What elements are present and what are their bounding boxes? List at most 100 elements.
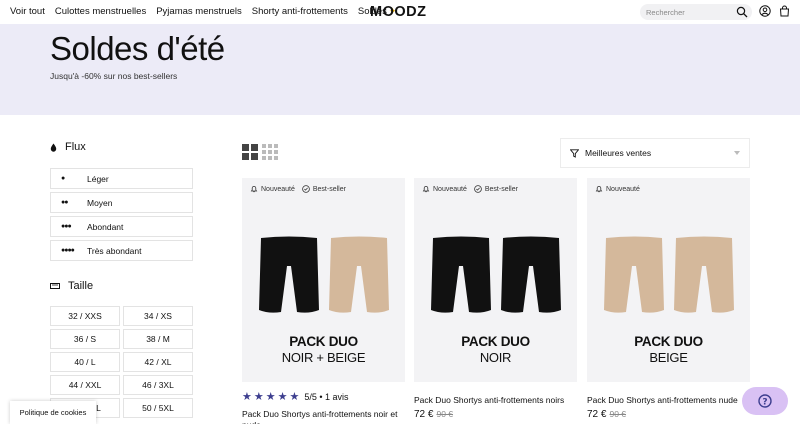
flux-option-label: Abondant — [87, 221, 124, 232]
drop-icon — [50, 143, 57, 152]
chevron-down-icon — [734, 151, 740, 155]
product-badges: Nouveauté — [595, 185, 640, 193]
size-option[interactable]: 50 / 5XL — [123, 398, 193, 418]
product-card[interactable]: Nouveauté PACK DUO BEIGE — [587, 178, 750, 382]
shorts-black-image — [258, 236, 319, 313]
drop-icon: ●●● — [61, 223, 72, 230]
size-option[interactable]: 46 / 3XL — [123, 375, 193, 395]
size-option[interactable]: 40 / L — [50, 352, 120, 372]
pack-title: PACK DUO — [289, 334, 358, 349]
search-placeholder: Rechercher — [646, 8, 685, 17]
pack-title: PACK DUO — [461, 334, 530, 349]
flux-option-label: Très abondant — [87, 245, 142, 256]
product-name[interactable]: Pack Duo Shortys anti-frottements noirs — [414, 395, 564, 406]
filter-flux-heading[interactable]: Flux — [50, 141, 86, 153]
drop-icon: ●● — [61, 199, 68, 206]
product-badges: Nouveauté Best-seller — [250, 185, 346, 193]
badge-best-seller: Best-seller — [302, 185, 346, 193]
badge-label: Nouveauté — [606, 185, 640, 193]
size-option[interactable]: 44 / XXL — [50, 375, 120, 395]
current-price: 72 € — [587, 409, 607, 420]
badge-label: Best-seller — [312, 185, 346, 193]
flux-option-abondant[interactable]: ●●● Abondant — [50, 216, 193, 237]
badge-label: Best-seller — [484, 185, 518, 193]
shorts-beige-image — [328, 236, 389, 313]
filter-taille-heading[interactable]: Taille — [50, 280, 93, 292]
product-name[interactable]: Pack Duo Shortys anti-frottements nude — [587, 395, 738, 406]
current-price: 72 € — [414, 409, 434, 420]
product-image — [414, 236, 577, 316]
filter-funnel-icon — [570, 148, 579, 158]
nav-shorty-anti-frottements[interactable]: Shorty anti-frottements — [252, 6, 348, 17]
badge-new: Nouveauté — [595, 185, 640, 193]
pack-subtitle: NOIR — [479, 350, 512, 365]
product-badges: Nouveauté Best-seller — [422, 185, 518, 193]
sort-label: Meilleures ventes — [585, 148, 652, 158]
drop-icon: ● — [61, 175, 65, 182]
nav-voir-tout[interactable]: Voir tout — [10, 6, 45, 17]
product-rating[interactable]: ★ ★ ★ ★ ★ 5/5 • 1 avis — [242, 390, 349, 403]
search-icon[interactable] — [736, 6, 748, 18]
help-label: ? — [762, 397, 767, 407]
shorts-beige-image — [673, 236, 734, 313]
size-option[interactable]: 38 / M — [123, 329, 193, 349]
brand-logo[interactable]: MOODZ — [370, 4, 426, 20]
badge-new: Nouveauté — [422, 185, 467, 193]
filter-taille-title: Taille — [68, 280, 94, 292]
size-option[interactable]: 42 / XL — [123, 352, 193, 372]
nav-pyjamas-menstruels[interactable]: Pyjamas menstruels — [156, 6, 242, 17]
size-option[interactable]: 32 / XXS — [50, 306, 120, 326]
check-circle-icon — [302, 185, 310, 193]
badge-new: Nouveauté — [250, 185, 295, 193]
size-option[interactable]: 34 / XS — [123, 306, 193, 326]
page-title: Soldes d'été — [50, 30, 225, 67]
flux-option-leger[interactable]: ● Léger — [50, 168, 193, 189]
help-button[interactable]: ? — [742, 387, 788, 415]
shorts-beige-image — [603, 236, 664, 313]
shorts-black-image — [500, 236, 561, 313]
help-icon: ? — [758, 394, 772, 408]
page-subtitle: Jusqu'à -60% sur nos best-sellers — [50, 71, 178, 81]
star-icon: ★ — [289, 391, 300, 403]
product-price: 72 €90 € — [414, 409, 453, 420]
site-header: Voir tout Culottes menstruelles Pyjamas … — [0, 0, 800, 24]
rating-text: 5/5 • 1 avis — [304, 391, 349, 402]
product-card[interactable]: Nouveauté Best-seller PACK DUO NOIR + BE… — [242, 178, 405, 382]
product-image — [242, 236, 405, 316]
old-price: 90 € — [609, 409, 627, 419]
grid-view-large-icon[interactable] — [242, 144, 258, 160]
product-card[interactable]: Nouveauté Best-seller PACK DUO NOIR — [414, 178, 577, 382]
bell-icon — [595, 186, 603, 193]
product-name[interactable]: Pack Duo Shortys anti-frottements noir e… — [242, 409, 407, 424]
bell-icon — [250, 186, 258, 193]
nav-culottes-menstruelles[interactable]: Culottes menstruelles — [55, 6, 146, 17]
main-nav: Voir tout Culottes menstruelles Pyjamas … — [10, 6, 396, 17]
flux-options: ● Léger ●● Moyen ●●● Abondant ●●●● Très … — [50, 168, 193, 264]
check-circle-icon — [474, 185, 482, 193]
filter-flux-title: Flux — [65, 141, 86, 153]
search-input[interactable]: Rechercher — [640, 4, 752, 20]
cart-icon[interactable] — [779, 5, 790, 17]
flux-option-label: Moyen — [87, 197, 113, 208]
pack-subtitle: NOIR + BEIGE — [281, 350, 366, 365]
user-icon[interactable] — [759, 5, 771, 17]
product-price: 72 €90 € — [587, 409, 626, 420]
product-image — [587, 236, 750, 316]
star-icon: ★ — [242, 391, 252, 403]
pack-title: PACK DUO — [634, 334, 703, 349]
sort-dropdown[interactable]: Meilleures ventes — [560, 138, 750, 168]
star-icon: ★ — [277, 391, 288, 403]
flux-option-tres-abondant[interactable]: ●●●● Très abondant — [50, 240, 193, 261]
grid-view-small-icon[interactable] — [262, 144, 278, 160]
sale-hero-banner: Soldes d'été Jusqu'à -60% sur nos best-s… — [0, 24, 800, 115]
ruler-icon — [50, 283, 60, 289]
star-icon: ★ — [265, 391, 276, 403]
badge-best-seller: Best-seller — [474, 185, 518, 193]
flux-option-moyen[interactable]: ●● Moyen — [50, 192, 193, 213]
bell-icon — [422, 186, 430, 193]
cookie-policy-button[interactable]: Politique de cookies — [10, 401, 96, 424]
old-price: 90 € — [436, 409, 454, 419]
size-option[interactable]: 36 / S — [50, 329, 120, 349]
shorts-black-image — [430, 236, 491, 313]
pack-subtitle: BEIGE — [649, 350, 688, 365]
